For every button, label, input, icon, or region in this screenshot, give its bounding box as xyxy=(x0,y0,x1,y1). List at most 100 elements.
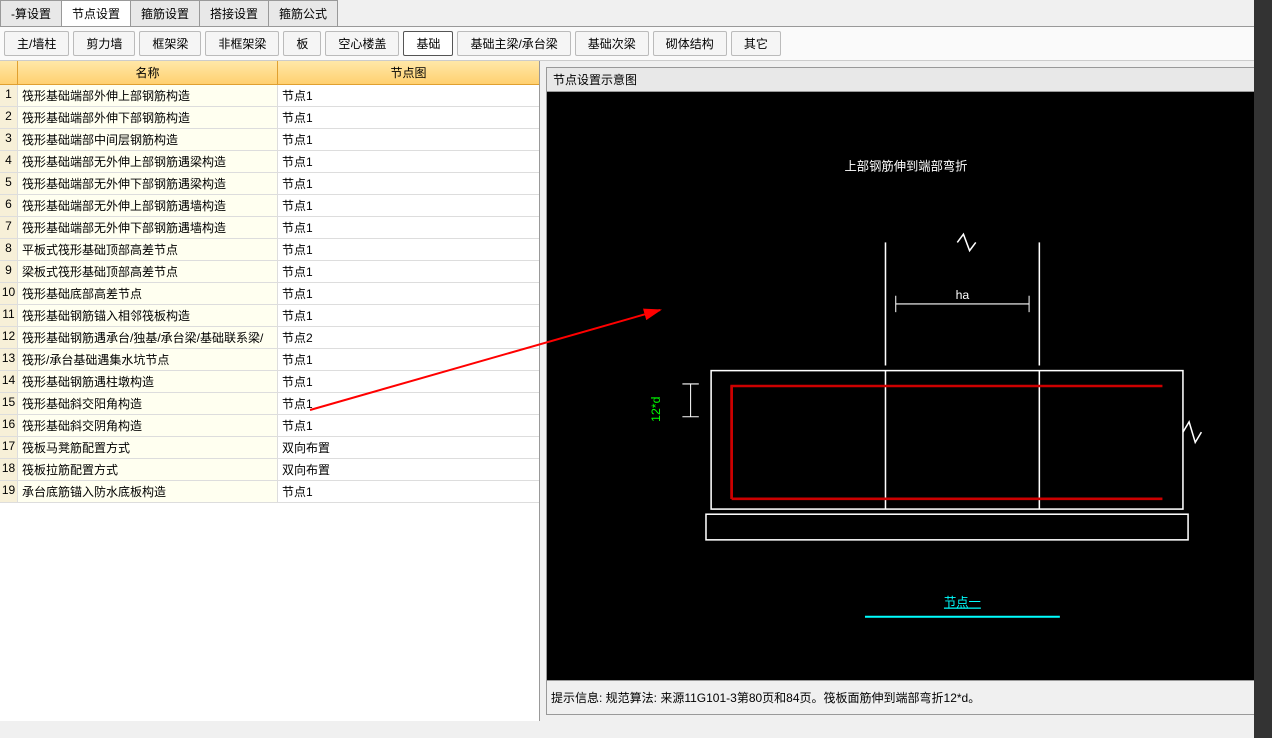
row-num: 9 xyxy=(0,261,18,282)
hint-text: 提示信息: 规范算法: 来源11G101-3第80页和84页。筏板面筋伸到端部弯… xyxy=(546,681,1266,715)
row-val[interactable]: 节点1 xyxy=(278,173,539,194)
row-val[interactable]: 节点2 xyxy=(278,327,539,348)
row-num: 1 xyxy=(0,85,18,106)
dim-ha: ha xyxy=(956,288,970,302)
table-row[interactable]: 14筏形基础钢筋遇柱墩构造节点1 xyxy=(0,371,539,393)
tab-bar: -算设置 节点设置 箍筋设置 搭接设置 箍筋公式 xyxy=(0,0,1272,27)
row-num: 4 xyxy=(0,151,18,172)
tab-stirrup[interactable]: 箍筋设置 xyxy=(130,0,200,26)
row-val[interactable]: 节点1 xyxy=(278,85,539,106)
row-name: 筏形基础钢筋锚入相邻筏板构造 xyxy=(18,305,278,326)
row-val[interactable]: 节点1 xyxy=(278,415,539,436)
btn-slab[interactable]: 板 xyxy=(283,31,321,56)
row-name: 筏形基础端部中间层钢筋构造 xyxy=(18,129,278,150)
row-num: 14 xyxy=(0,371,18,392)
row-num: 7 xyxy=(0,217,18,238)
table-row[interactable]: 5筏形基础端部无外伸下部钢筋遇梁构造节点1 xyxy=(0,173,539,195)
diagram-title: 上部钢筋伸到端部弯折 xyxy=(845,159,968,174)
row-val[interactable]: 节点1 xyxy=(278,129,539,150)
table-row[interactable]: 6筏形基础端部无外伸上部钢筋遇墙构造节点1 xyxy=(0,195,539,217)
row-val[interactable]: 节点1 xyxy=(278,371,539,392)
table-row[interactable]: 15筏形基础斜交阳角构造节点1 xyxy=(0,393,539,415)
btn-nonframebeam[interactable]: 非框架梁 xyxy=(205,31,279,56)
row-num: 19 xyxy=(0,481,18,502)
row-num: 15 xyxy=(0,393,18,414)
btn-foundation[interactable]: 基础 xyxy=(403,31,453,56)
table-row[interactable]: 2筏形基础端部外伸下部钢筋构造节点1 xyxy=(0,107,539,129)
row-num: 16 xyxy=(0,415,18,436)
btn-hollow[interactable]: 空心楼盖 xyxy=(325,31,399,56)
row-name: 筏形基础端部无外伸上部钢筋遇墙构造 xyxy=(18,195,278,216)
right-docked-panel xyxy=(1254,0,1272,738)
tab-node[interactable]: 节点设置 xyxy=(61,0,131,26)
btn-framebeam[interactable]: 框架梁 xyxy=(139,31,201,56)
table-row[interactable]: 3筏形基础端部中间层钢筋构造节点1 xyxy=(0,129,539,151)
row-name: 筏形基础钢筋遇承台/独基/承台梁/基础联系梁/ xyxy=(18,327,278,348)
row-val[interactable]: 节点1 xyxy=(278,107,539,128)
row-name: 筏形基础端部无外伸下部钢筋遇墙构造 xyxy=(18,217,278,238)
table-row[interactable]: 7筏形基础端部无外伸下部钢筋遇墙构造节点1 xyxy=(0,217,539,239)
row-val[interactable]: 节点1 xyxy=(278,195,539,216)
node-label: 节点一 xyxy=(944,596,981,610)
row-val[interactable]: 节点1 xyxy=(278,305,539,326)
btn-mainbeam[interactable]: 基础主梁/承台梁 xyxy=(457,31,570,56)
table-row[interactable]: 13筏形/承台基础遇集水坑节点节点1 xyxy=(0,349,539,371)
row-name: 梁板式筏形基础顶部高差节点 xyxy=(18,261,278,282)
col-name: 名称 xyxy=(18,61,278,84)
row-num: 2 xyxy=(0,107,18,128)
row-num: 10 xyxy=(0,283,18,304)
table-row[interactable]: 8平板式筏形基础顶部高差节点节点1 xyxy=(0,239,539,261)
row-val[interactable]: 节点1 xyxy=(278,217,539,238)
row-name: 筏形基础端部无外伸上部钢筋遇梁构造 xyxy=(18,151,278,172)
table-row[interactable]: 18筏板拉筋配置方式双向布置 xyxy=(0,459,539,481)
row-name: 筏形基础端部外伸下部钢筋构造 xyxy=(18,107,278,128)
diagram-panel-title: 节点设置示意图 xyxy=(546,67,1266,91)
row-num: 5 xyxy=(0,173,18,194)
row-val[interactable]: 节点1 xyxy=(278,239,539,260)
row-val[interactable]: 节点1 xyxy=(278,349,539,370)
diagram-canvas: 上部钢筋伸到端部弯折 ha xyxy=(546,91,1266,681)
sub-toolbar: 主/墙柱 剪力墙 框架梁 非框架梁 板 空心楼盖 基础 基础主梁/承台梁 基础次… xyxy=(0,27,1272,61)
dim-12d: 12*d xyxy=(649,396,663,421)
row-num: 11 xyxy=(0,305,18,326)
table-row[interactable]: 12筏形基础钢筋遇承台/独基/承台梁/基础联系梁/节点2 xyxy=(0,327,539,349)
row-val[interactable]: 节点1 xyxy=(278,481,539,502)
row-val[interactable]: 节点1 xyxy=(278,261,539,282)
row-num: 13 xyxy=(0,349,18,370)
btn-other[interactable]: 其它 xyxy=(731,31,781,56)
row-name: 筏形基础底部高差节点 xyxy=(18,283,278,304)
row-val[interactable]: 双向布置 xyxy=(278,437,539,458)
table-row[interactable]: 16筏形基础斜交阴角构造节点1 xyxy=(0,415,539,437)
tab-calc[interactable]: -算设置 xyxy=(0,0,62,26)
grid-panel: 名称 节点图 1筏形基础端部外伸上部钢筋构造节点12筏形基础端部外伸下部钢筋构造… xyxy=(0,61,540,721)
row-num: 3 xyxy=(0,129,18,150)
row-val[interactable]: 双向布置 xyxy=(278,459,539,480)
table-row[interactable]: 1筏形基础端部外伸上部钢筋构造节点1 xyxy=(0,85,539,107)
tab-lap[interactable]: 搭接设置 xyxy=(199,0,269,26)
table-row[interactable]: 4筏形基础端部无外伸上部钢筋遇梁构造节点1 xyxy=(0,151,539,173)
tab-formula[interactable]: 箍筋公式 xyxy=(268,0,338,26)
table-row[interactable]: 10筏形基础底部高差节点节点1 xyxy=(0,283,539,305)
diagram-panel: 节点设置示意图 上部钢筋伸到端部弯折 ha xyxy=(540,61,1272,721)
row-name: 承台底筋锚入防水底板构造 xyxy=(18,481,278,502)
row-val[interactable]: 节点1 xyxy=(278,283,539,304)
row-num: 18 xyxy=(0,459,18,480)
row-name: 筏形/承台基础遇集水坑节点 xyxy=(18,349,278,370)
row-name: 筏形基础端部外伸上部钢筋构造 xyxy=(18,85,278,106)
row-val[interactable]: 节点1 xyxy=(278,151,539,172)
table-row[interactable]: 9梁板式筏形基础顶部高差节点节点1 xyxy=(0,261,539,283)
btn-masonry[interactable]: 砌体结构 xyxy=(653,31,727,56)
row-name: 筏板马凳筋配置方式 xyxy=(18,437,278,458)
btn-wall[interactable]: 剪力墙 xyxy=(73,31,135,56)
row-name: 筏形基础斜交阴角构造 xyxy=(18,415,278,436)
btn-col[interactable]: 主/墙柱 xyxy=(4,31,69,56)
row-name: 平板式筏形基础顶部高差节点 xyxy=(18,239,278,260)
row-num: 12 xyxy=(0,327,18,348)
row-val[interactable]: 节点1 xyxy=(278,393,539,414)
row-name: 筏板拉筋配置方式 xyxy=(18,459,278,480)
btn-secbeam[interactable]: 基础次梁 xyxy=(575,31,649,56)
table-row[interactable]: 19承台底筋锚入防水底板构造节点1 xyxy=(0,481,539,503)
row-num: 17 xyxy=(0,437,18,458)
table-row[interactable]: 11筏形基础钢筋锚入相邻筏板构造节点1 xyxy=(0,305,539,327)
table-row[interactable]: 17筏板马凳筋配置方式双向布置 xyxy=(0,437,539,459)
